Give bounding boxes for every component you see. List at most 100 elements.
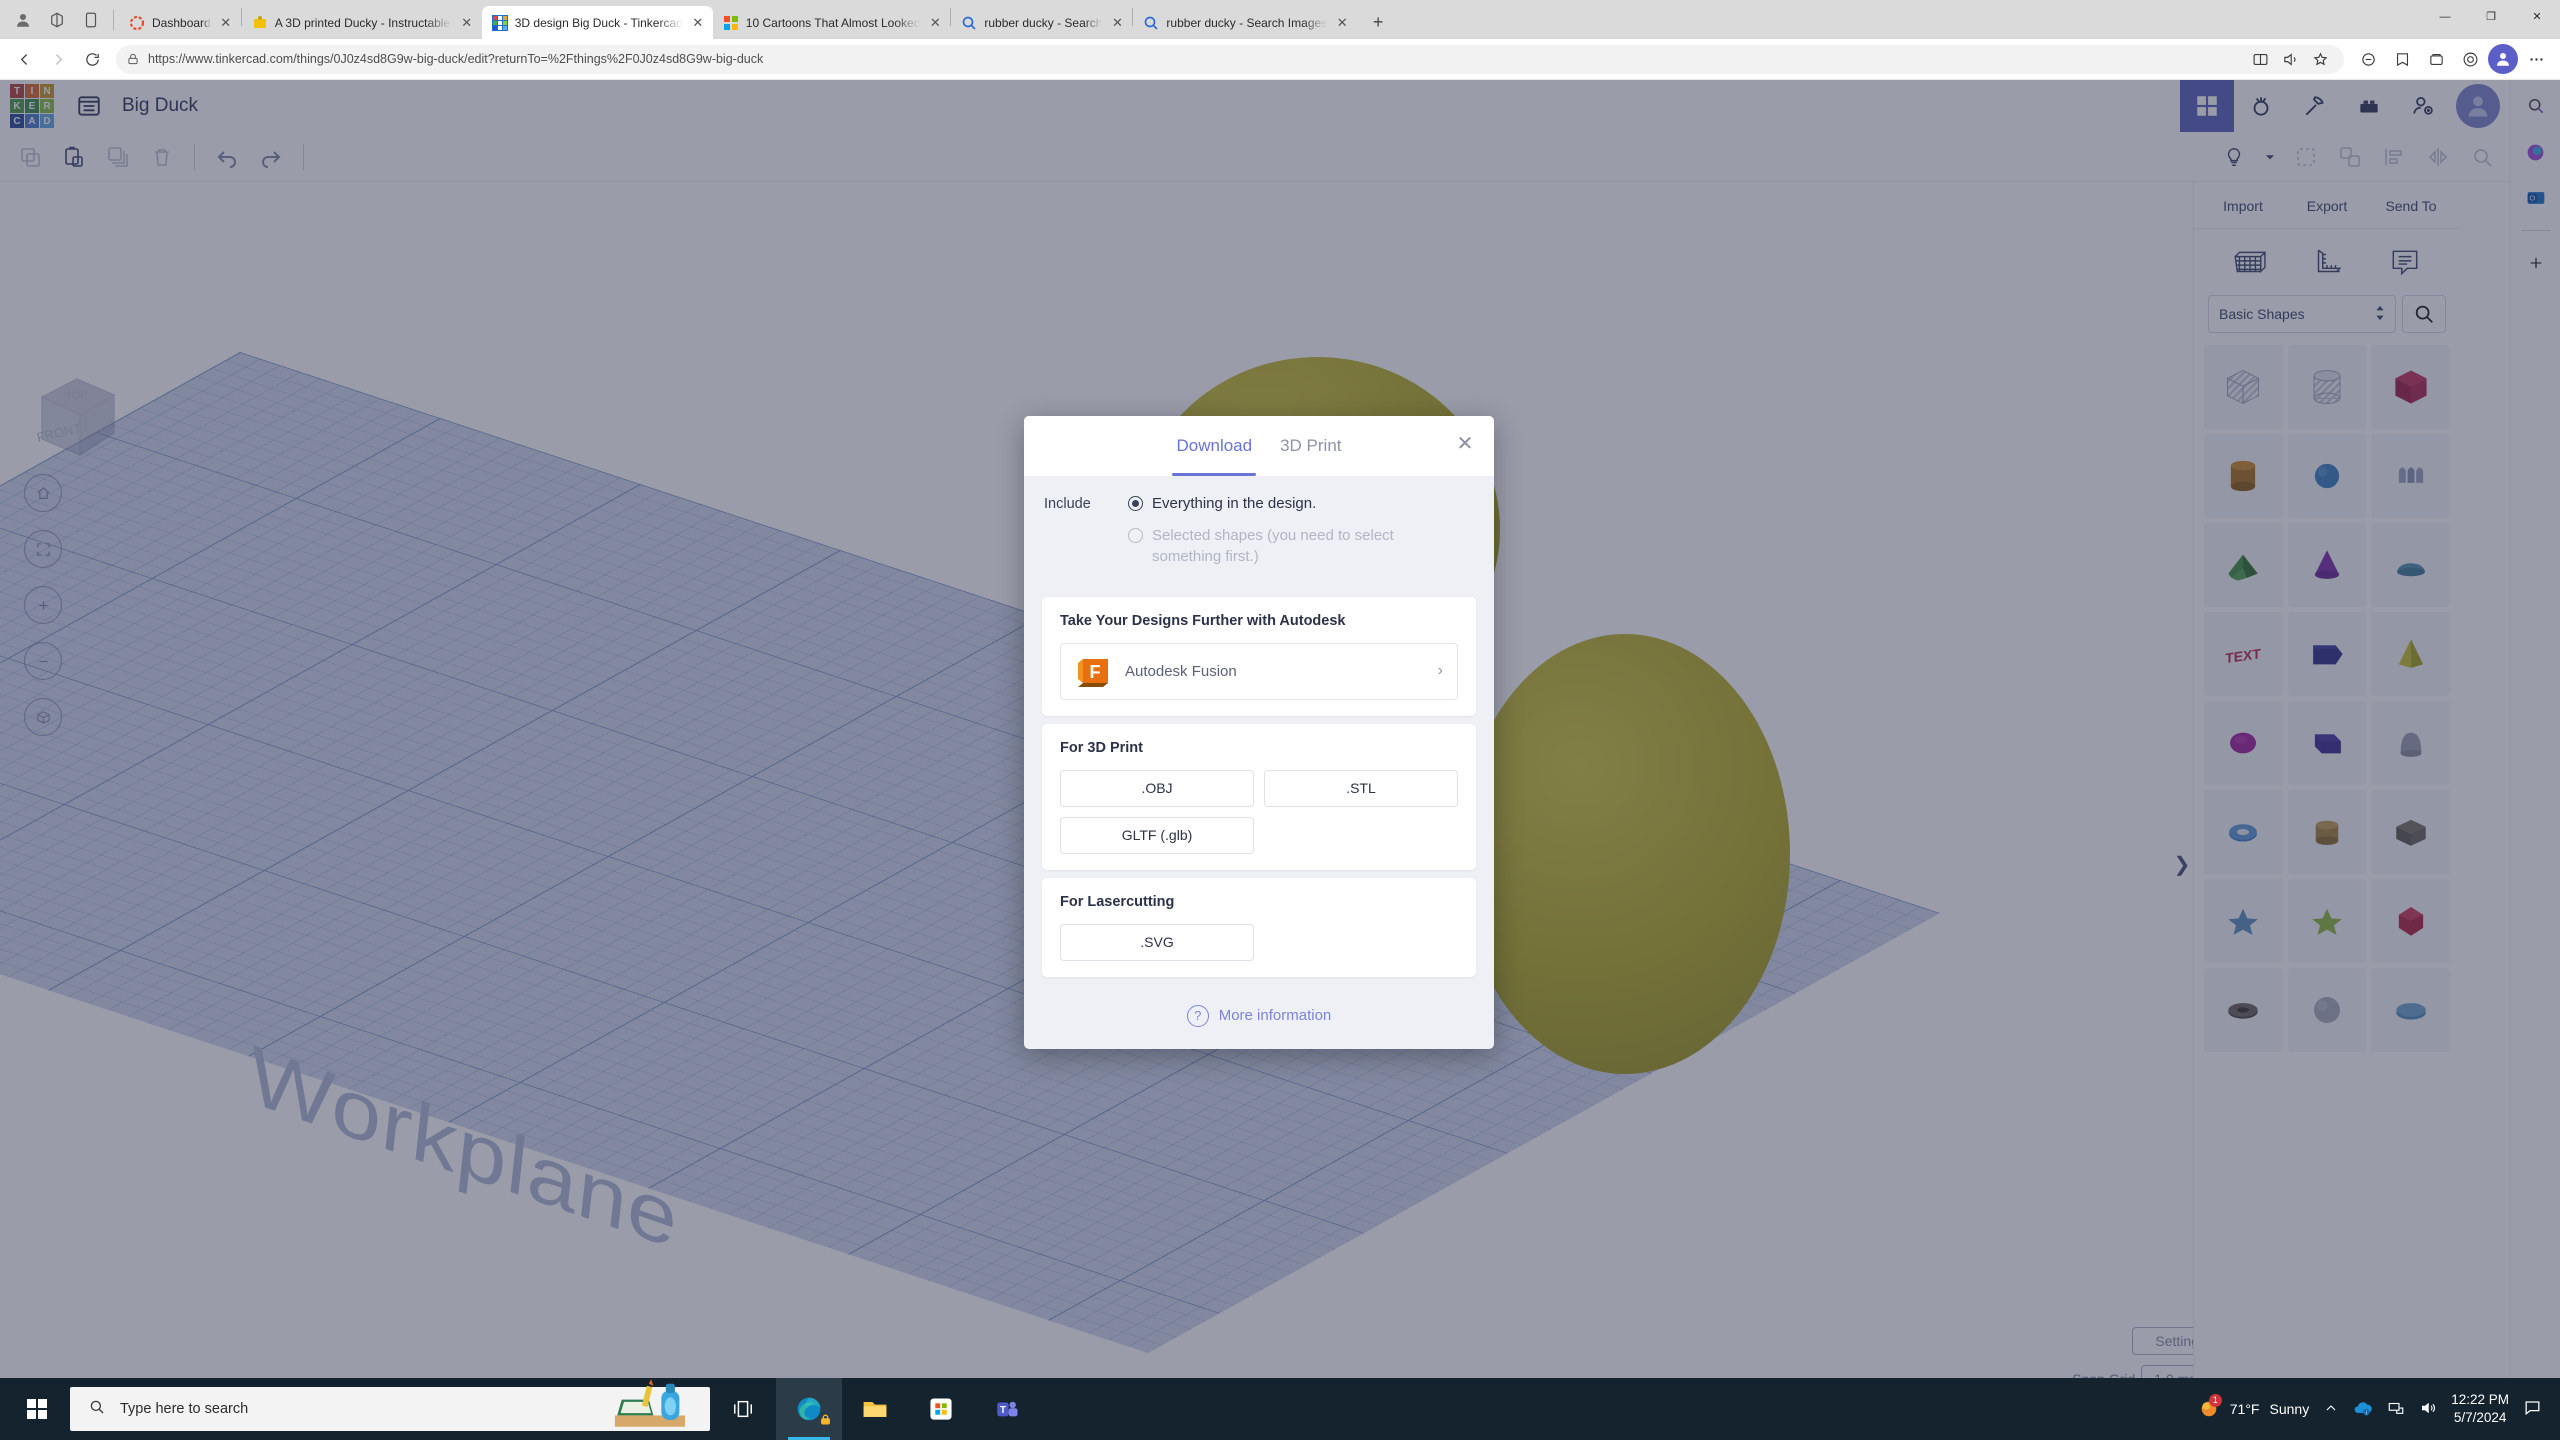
weather-icon: 1: [2198, 1393, 2222, 1422]
maximize-button[interactable]: ❐: [2468, 0, 2514, 33]
copilot-icon[interactable]: [2352, 43, 2384, 75]
browser-tab-search-images[interactable]: rubber ducky - Search Images ✕: [1133, 6, 1357, 39]
3d-print-card: For 3D Print .OBJ .STL GLTF (.glb): [1042, 723, 1476, 870]
system-tray: 1 71°F Sunny i 12:22 PM 5/7/2024: [2198, 1391, 2560, 1427]
tabstrip-divider: [113, 10, 114, 30]
tinkercad-icon: [491, 14, 508, 31]
microsoft-edge-icon[interactable]: [776, 1378, 842, 1440]
reload-icon[interactable]: [76, 43, 108, 75]
lasercutting-card: For Lasercutting .SVG: [1042, 877, 1476, 977]
vertical-tabs-icon[interactable]: [74, 3, 108, 37]
svg-text:T: T: [1000, 1405, 1006, 1416]
tab-3d-print[interactable]: 3D Print: [1266, 416, 1355, 476]
close-icon[interactable]: ✕: [1454, 434, 1476, 456]
close-icon[interactable]: ✕: [690, 15, 706, 31]
clock-time: 12:22 PM: [2451, 1391, 2509, 1407]
msn-icon: [723, 15, 739, 31]
weather-widget[interactable]: 1 71°F Sunny: [2198, 1393, 2309, 1422]
forward-icon[interactable]: [42, 43, 74, 75]
download-gltf-button[interactable]: GLTF (.glb): [1060, 816, 1254, 854]
autodesk-fusion-icon: F: [1075, 653, 1111, 689]
search-icon: [88, 1398, 106, 1420]
show-hidden-icons[interactable]: [2323, 1400, 2339, 1419]
print-section-title: For 3D Print: [1060, 739, 1143, 756]
browser-tab-dashboard[interactable]: Dashboard ✕: [119, 6, 241, 39]
tab-label: rubber ducky - Search: [984, 15, 1103, 30]
more-options-icon[interactable]: [2520, 43, 2552, 75]
tab-label: rubber ducky - Search Images: [1166, 15, 1328, 30]
url-text: https://www.tinkercad.com/things/0J0z4sd…: [148, 52, 764, 66]
favorite-star-icon[interactable]: [2306, 46, 2334, 72]
more-information-link[interactable]: ? More information: [1024, 985, 1494, 1049]
tinkercad-ring-icon: [129, 15, 145, 31]
browser-tab-msn[interactable]: 10 Cartoons That Almost Looked ✕: [713, 6, 951, 39]
instructables-icon: [252, 15, 268, 31]
volume-icon[interactable]: [2419, 1399, 2437, 1420]
browser-essentials-icon[interactable]: [2454, 43, 2486, 75]
weather-temp: 71°F: [2229, 1401, 2260, 1417]
autodesk-card: Take Your Designs Further with Autodesk …: [1042, 596, 1476, 716]
autodesk-section-title: Take Your Designs Further with Autodesk: [1060, 612, 1346, 629]
include-label: Include: [1044, 496, 1091, 512]
read-aloud-icon[interactable]: [2276, 46, 2304, 72]
close-icon[interactable]: ✕: [927, 15, 943, 31]
autodesk-fusion-row[interactable]: F Autodesk Fusion ›: [1060, 642, 1458, 700]
windows-taskbar: Type here to search T 1 71°F Sunny i 12:…: [0, 1378, 2560, 1440]
lock-icon: [126, 52, 140, 66]
collections-icon[interactable]: [2420, 43, 2452, 75]
close-icon[interactable]: ✕: [1109, 15, 1125, 31]
autodesk-fusion-label: Autodesk Fusion: [1125, 662, 1237, 680]
new-tab-button[interactable]: +: [1363, 7, 1393, 37]
download-obj-button[interactable]: .OBJ: [1060, 769, 1254, 807]
network-icon[interactable]: [2387, 1399, 2405, 1420]
minimize-button[interactable]: —: [2422, 0, 2468, 33]
print-format-buttons: .OBJ .STL GLTF (.glb): [1060, 769, 1458, 854]
chevron-right-icon: ›: [1437, 662, 1443, 680]
onedrive-icon[interactable]: i: [2353, 1398, 2373, 1421]
browser-tab-search[interactable]: rubber ducky - Search ✕: [951, 6, 1132, 39]
window-controls: — ❐ ✕: [2422, 0, 2560, 39]
tab-strip: Dashboard ✕ A 3D printed Ducky - Instruc…: [0, 0, 2560, 39]
include-section: Include Everything in the design. Select…: [1024, 476, 1494, 589]
laser-format-buttons: .SVG: [1060, 923, 1458, 961]
microsoft-store-icon[interactable]: [908, 1378, 974, 1440]
start-button[interactable]: [10, 1378, 64, 1440]
radio-icon: [1128, 528, 1143, 544]
back-icon[interactable]: [8, 43, 40, 75]
svg-text:i: i: [2366, 1410, 2367, 1416]
radio-selected-shapes: Selected shapes (you need to select some…: [1128, 526, 1474, 567]
clock[interactable]: 12:22 PM 5/7/2024: [2451, 1391, 2509, 1427]
close-icon[interactable]: ✕: [1334, 15, 1350, 31]
browser-tab-tinkercad[interactable]: 3D design Big Duck - Tinkercad ✕: [481, 6, 713, 39]
tab-download[interactable]: Download: [1162, 416, 1266, 476]
download-stl-button[interactable]: .STL: [1264, 769, 1458, 807]
search-placeholder: Type here to search: [120, 1401, 249, 1417]
file-explorer-icon[interactable]: [842, 1378, 908, 1440]
favorites-icon[interactable]: [2386, 43, 2418, 75]
radio-label: Everything in the design.: [1152, 495, 1317, 512]
dialog-tabs: Download 3D Print ✕: [1024, 416, 1494, 476]
avatar[interactable]: [2488, 44, 2518, 74]
clock-date: 5/7/2024: [2453, 1410, 2507, 1425]
browser-tab-instructables[interactable]: A 3D printed Ducky - Instructables ✕: [242, 6, 482, 39]
search-illustration-icon: [598, 1377, 702, 1433]
weather-badge: 1: [2208, 1393, 2222, 1407]
search-input[interactable]: Type here to search: [70, 1379, 710, 1431]
tab-label: Dashboard: [152, 15, 211, 30]
notifications-icon[interactable]: [2523, 1398, 2542, 1420]
split-screen-icon[interactable]: [2246, 46, 2274, 72]
download-svg-button[interactable]: .SVG: [1060, 923, 1254, 961]
svg-text:F: F: [1090, 662, 1101, 682]
help-icon: ?: [1186, 1004, 1209, 1027]
tab-actions-icon[interactable]: [40, 3, 74, 37]
tab-label: A 3D printed Ducky - Instructables: [274, 15, 452, 30]
profile-icon[interactable]: [6, 3, 40, 37]
close-icon[interactable]: ✕: [459, 15, 475, 31]
close-window-button[interactable]: ✕: [2514, 0, 2560, 33]
microsoft-teams-icon[interactable]: T: [974, 1378, 1040, 1440]
radio-label: Selected shapes (you need to select some…: [1152, 527, 1394, 565]
task-view-icon[interactable]: [710, 1378, 776, 1440]
address-bar[interactable]: https://www.tinkercad.com/things/0J0z4sd…: [116, 44, 2344, 74]
close-icon[interactable]: ✕: [218, 15, 234, 31]
radio-everything[interactable]: Everything in the design.: [1128, 494, 1474, 514]
